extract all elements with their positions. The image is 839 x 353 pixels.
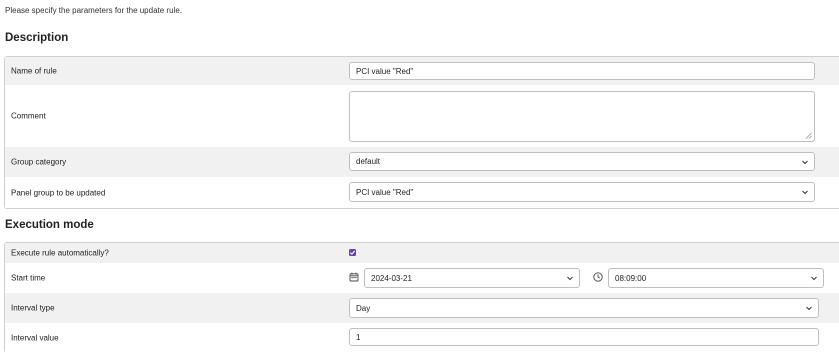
name-of-rule-input[interactable]: PCI value "Red": [349, 62, 815, 80]
comment-textarea[interactable]: [349, 91, 815, 142]
chevron-down-icon: [567, 276, 573, 281]
execution-mode-heading: Execution mode: [5, 219, 94, 231]
start-time-value: 08:09:00: [615, 273, 647, 283]
panel-group-row: Panel group to be updated PCI value "Red…: [5, 177, 839, 208]
name-of-rule-label: Name of rule: [11, 66, 57, 76]
interval-type-label: Interval type: [11, 303, 55, 313]
panel-group-value: PCI value "Red": [356, 187, 414, 197]
intro-text: Please specify the parameters for the up…: [5, 6, 182, 15]
panel-group-select[interactable]: PCI value "Red": [349, 182, 815, 202]
interval-type-select[interactable]: Day: [349, 298, 819, 318]
chevron-down-icon: [811, 276, 817, 281]
name-of-rule-row: Name of rule PCI value "Red": [5, 57, 839, 85]
interval-value-label: Interval value: [11, 333, 59, 343]
comment-row: Comment: [5, 85, 839, 147]
start-date-value: 2024-03-21: [371, 273, 412, 283]
chevron-down-icon: [806, 306, 812, 311]
execution-panel: Execute rule automatically? Start time 2…: [4, 242, 839, 353]
start-time-select[interactable]: 08:09:00: [608, 268, 824, 288]
group-category-row: Group category default: [5, 147, 839, 177]
panel-group-label: Panel group to be updated: [11, 188, 106, 197]
start-date-select[interactable]: 2024-03-21: [364, 268, 580, 288]
chevron-down-icon: [802, 190, 808, 195]
name-of-rule-value: PCI value "Red": [356, 66, 414, 76]
start-time-label: Start time: [11, 273, 46, 283]
group-category-value: default: [356, 157, 381, 166]
clock-icon[interactable]: [593, 272, 603, 282]
interval-value-value: 1: [356, 332, 361, 342]
auto-execute-label: Execute rule automatically?: [11, 248, 109, 258]
interval-type-row: Interval type Day: [5, 293, 839, 323]
interval-type-value: Day: [356, 303, 371, 313]
auto-execute-row: Execute rule automatically?: [5, 243, 839, 263]
description-heading: Description: [5, 32, 69, 44]
check-icon: [349, 250, 356, 255]
comment-label: Comment: [11, 111, 46, 121]
calendar-icon[interactable]: [349, 272, 359, 282]
auto-execute-checkbox[interactable]: [349, 249, 356, 256]
group-category-select[interactable]: default: [349, 152, 815, 171]
group-category-label: Group category: [11, 157, 67, 167]
chevron-down-icon: [802, 160, 808, 164]
start-time-row: Start time 2024-03-21 08:09:00: [5, 263, 839, 293]
interval-value-input[interactable]: 1: [349, 328, 819, 346]
description-panel: Name of rule PCI value "Red" Comment Gro…: [4, 56, 839, 209]
resize-grip-icon[interactable]: [805, 132, 812, 139]
